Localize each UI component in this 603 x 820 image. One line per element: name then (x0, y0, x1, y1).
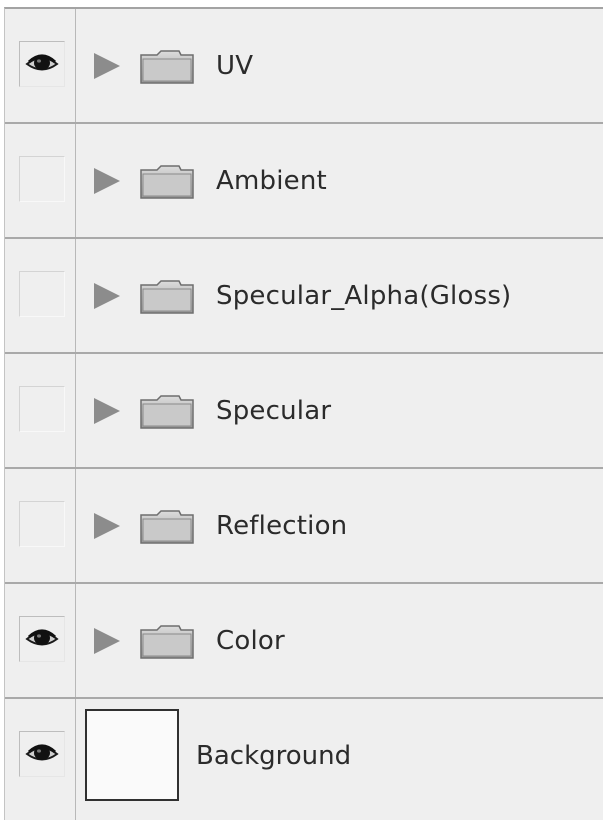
layer-row-reflection[interactable]: Reflection (5, 469, 603, 584)
eye-icon (25, 54, 59, 71)
layer-row-specular-alpha-gloss[interactable]: Specular_Alpha(Gloss) (5, 239, 603, 354)
visibility-toggle[interactable] (19, 156, 65, 202)
layer-name: Color (216, 626, 285, 656)
layer-row-ambient[interactable]: Ambient (5, 124, 603, 239)
eye-icon (25, 744, 59, 761)
eye-icon (25, 629, 59, 646)
layer-name: Ambient (216, 166, 327, 196)
layer-name: UV (216, 51, 254, 81)
layers-panel: UV Ambient Specular_Alpha(Gloss) Specula… (4, 7, 603, 820)
visibility-toggle[interactable] (19, 271, 65, 317)
folder-icon (140, 625, 194, 659)
visibility-toggle[interactable] (19, 501, 65, 547)
layer-thumbnail[interactable] (85, 709, 179, 801)
layer-row-color[interactable]: Color (5, 584, 603, 699)
expand-triangle-icon[interactable] (94, 283, 120, 309)
folder-icon (140, 280, 194, 314)
layer-row-specular[interactable]: Specular (5, 354, 603, 469)
folder-icon (140, 510, 194, 544)
layer-name: Background (196, 741, 352, 771)
expand-triangle-icon[interactable] (94, 513, 120, 539)
expand-triangle-icon[interactable] (94, 168, 120, 194)
layer-row-uv[interactable]: UV (5, 9, 603, 124)
expand-triangle-icon[interactable] (94, 53, 120, 79)
layer-name: Specular (216, 396, 332, 426)
folder-icon (140, 165, 194, 199)
visibility-toggle[interactable] (19, 386, 65, 432)
folder-icon (140, 50, 194, 84)
expand-triangle-icon[interactable] (94, 398, 120, 424)
visibility-toggle[interactable] (19, 41, 65, 87)
layer-row-background[interactable]: Background (5, 699, 603, 814)
expand-triangle-icon[interactable] (94, 628, 120, 654)
folder-icon (140, 395, 194, 429)
visibility-toggle[interactable] (19, 731, 65, 777)
visibility-toggle[interactable] (19, 616, 65, 662)
layer-name: Specular_Alpha(Gloss) (216, 281, 512, 311)
layer-name: Reflection (216, 511, 348, 541)
